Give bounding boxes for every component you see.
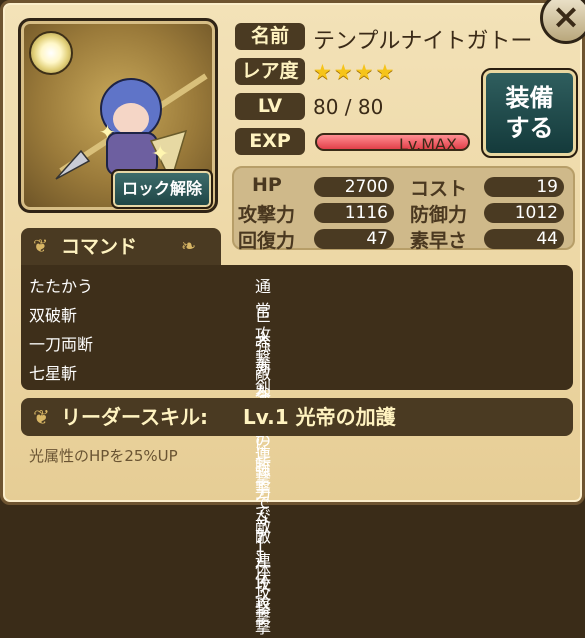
unit-name: テンプルナイトガトー [313,29,533,54]
level-value: 80 / 80 [313,95,384,119]
rarity-label: レア度 [235,58,305,85]
attack-value: 1116 [314,203,394,223]
scroll-ornament-icon: ❦ [33,236,49,257]
exp-label: EXP [235,128,305,155]
command-name: たたかう [29,277,94,296]
equip-button[interactable]: 装備 する [481,68,578,158]
scroll-ornament-icon: ❧ [181,236,197,257]
command-name: 一刀両断 [29,335,94,354]
stats-box: HP 2700 コスト 19 攻撃力 1116 防御力 1012 回復力 47 … [232,166,575,252]
level-label: LV [235,93,305,120]
command-row: 一刀両断 強力な縦の斬撃で敵1体攻撃 [29,331,271,637]
hp-value: 2700 [314,177,394,197]
speed-label: 素早さ [410,230,468,252]
command-row: 双破斬 巨大な剣の2連撃で敵1体攻撃 [29,302,271,627]
defense-label: 防御力 [410,204,468,226]
equip-label-line1: 装備 [505,84,554,112]
command-row: 七星斬 敵全体に強力な7連攻撃 [29,360,271,618]
leader-skill-desc: 光属性のHPを25%UP [29,447,178,465]
defense-value: 1012 [484,203,564,223]
unit-detail-panel: ✦ ✦ ロック解除 名前 テンプルナイトガトー レア度 ★★★★ LV 80 /… [0,0,585,637]
svg-text:✦: ✦ [99,120,116,144]
lock-toggle-button[interactable]: ロック解除 [111,169,213,209]
scroll-ornament-icon: ❦ [33,405,50,429]
leader-skill-name: Lv.1 光帝の加護 [243,405,396,429]
leader-skill-bar: ❦ リーダースキル: Lv.1 光帝の加護 [21,398,573,436]
command-list: たたかう 通常攻撃 双破斬 巨大な剣の2連撃で敵1体攻撃 一刀両断 強力な縦の斬… [21,265,573,637]
name-label: 名前 [235,23,305,50]
command-tab: ❦ コマンド ❧ [21,228,221,266]
exp-status: Lv.MAX [399,135,457,154]
command-name: 双破斬 [29,306,78,325]
rarity-stars: ★★★★ [313,60,397,84]
cost-label: コスト [410,178,468,200]
cost-value: 19 [484,177,564,197]
hp-label: HP [252,174,282,196]
command-row: たたかう 通常攻撃 [29,273,271,368]
leader-skill-title: リーダースキル: [61,405,208,429]
command-name: 七星斬 [29,364,78,383]
svg-text:✦: ✦ [151,142,169,167]
heal-value: 47 [314,229,394,249]
attack-label: 攻撃力 [238,204,296,226]
heal-label: 回復力 [238,230,296,252]
speed-value: 44 [484,229,564,249]
equip-label-line2: する [505,114,554,142]
command-title: コマンド [61,236,138,258]
